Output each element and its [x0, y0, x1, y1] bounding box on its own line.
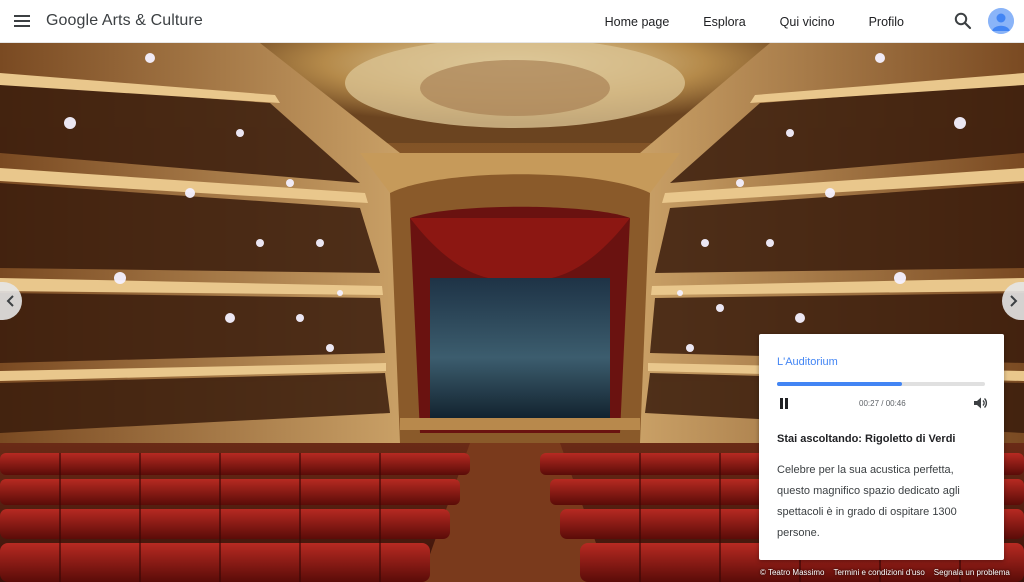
chevron-left-icon	[6, 295, 14, 307]
terms-link[interactable]: Termini e condizioni d'uso	[833, 568, 924, 580]
nav-profile[interactable]: Profilo	[869, 15, 904, 29]
audio-progress-fill	[777, 382, 902, 386]
report-problem-link[interactable]: Segnala un problema	[934, 568, 1010, 580]
audio-progress-bar[interactable]	[777, 382, 985, 386]
search-icon[interactable]	[953, 11, 973, 31]
nav-home-page[interactable]: Home page	[605, 15, 670, 29]
card-description: Celebre per la sua acustica perfetta, qu…	[777, 464, 960, 539]
footer: © Teatro Massimo Termini e condizioni d'…	[760, 568, 1019, 580]
nav-nearby[interactable]: Qui vicino	[780, 15, 835, 29]
main-nav: Home page Esplora Qui vicino Profilo	[571, 0, 904, 43]
audio-guide-card: L'Auditorium 00:27 / 00:46 Stai ascoltan…	[759, 334, 1004, 560]
credit-text: © Teatro Massimo	[760, 568, 825, 577]
nav-explore[interactable]: Esplora	[703, 15, 745, 29]
now-playing: Stai ascoltando: Rigoletto di Verdi	[777, 433, 956, 445]
volume-icon[interactable]	[972, 395, 988, 411]
avatar[interactable]	[988, 8, 1014, 34]
pause-icon[interactable]	[779, 398, 789, 409]
audio-time: 00:27 / 00:46	[859, 399, 906, 408]
menu-icon[interactable]	[0, 0, 44, 43]
top-bar: Google Arts & Culture Home page Esplora …	[0, 0, 1024, 43]
chevron-right-icon	[1010, 295, 1018, 307]
card-title: L'Auditorium	[777, 356, 838, 368]
brand-logo[interactable]: Google Arts & Culture	[46, 12, 203, 30]
